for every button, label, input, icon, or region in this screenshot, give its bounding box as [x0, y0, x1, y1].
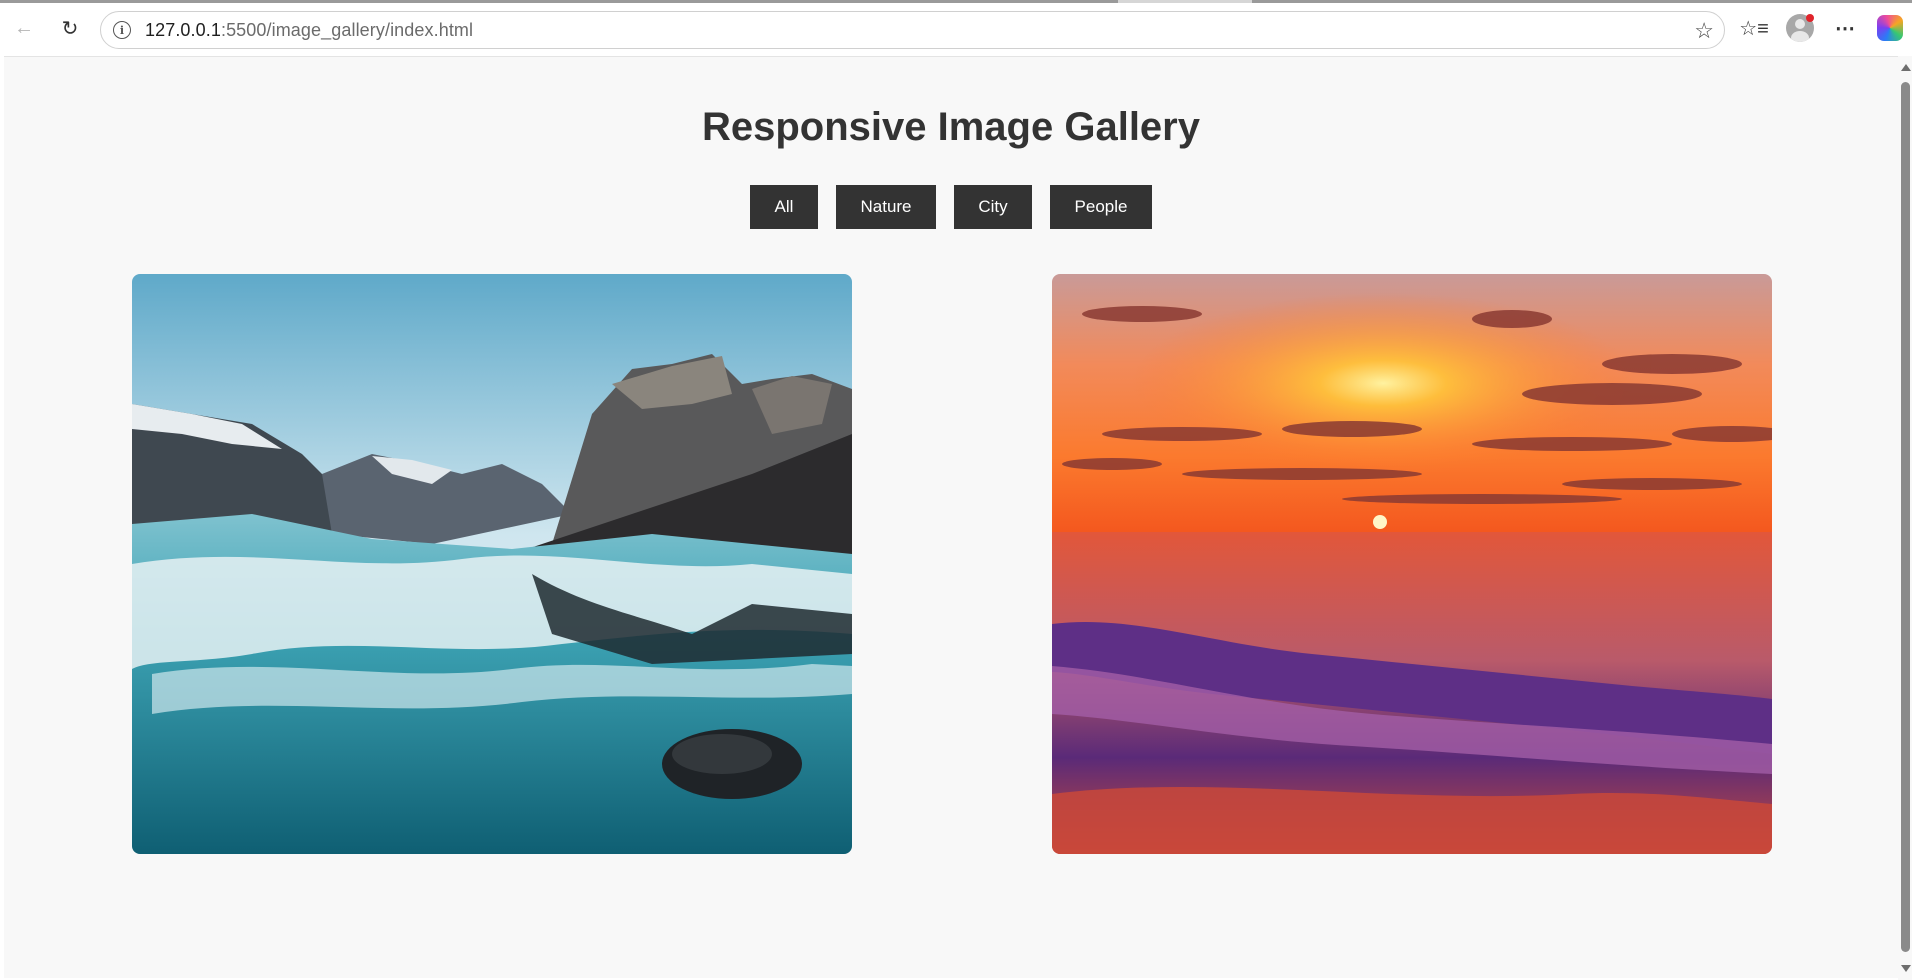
filter-city-button[interactable]: City	[954, 185, 1032, 229]
url-host: 127.0.0.1	[145, 19, 221, 40]
address-bar[interactable]: i 127.0.0.1:5500/image_gallery/index.htm…	[100, 11, 1725, 49]
ocean-sunset-image	[1052, 274, 1772, 854]
scroll-down-icon[interactable]	[1901, 965, 1911, 972]
browser-toolbar: ← ↻ i 127.0.0.1:5500/image_gallery/index…	[0, 0, 1912, 56]
page-viewport: Responsive Image Gallery All Nature City…	[4, 56, 1898, 978]
scroll-thumb[interactable]	[1901, 82, 1910, 952]
copilot-icon	[1877, 15, 1903, 41]
gallery-image-ocean-sunset[interactable]	[1052, 274, 1772, 854]
back-arrow-icon[interactable]: ←	[8, 12, 40, 44]
filter-all-button[interactable]: All	[750, 185, 818, 229]
filter-bar: All Nature City People	[4, 185, 1898, 229]
filter-nature-button[interactable]: Nature	[836, 185, 936, 229]
tab-strip	[0, 0, 1912, 3]
vertical-scrollbar[interactable]	[1898, 56, 1912, 980]
notification-dot	[1806, 14, 1814, 22]
copilot-button[interactable]	[1874, 12, 1906, 44]
profile-button[interactable]	[1784, 12, 1816, 44]
favorites-icon[interactable]: ☆≡	[1738, 12, 1770, 44]
tab-indicator[interactable]	[1252, 0, 1912, 3]
info-icon[interactable]: i	[113, 21, 131, 39]
url-path: :5500/image_gallery/index.html	[220, 19, 474, 40]
star-icon[interactable]: ☆	[1694, 18, 1714, 44]
tab-indicator[interactable]	[0, 0, 1118, 3]
page-title: Responsive Image Gallery	[701, 105, 1200, 149]
scroll-up-icon[interactable]	[1901, 64, 1911, 71]
reload-icon[interactable]: ↻	[54, 12, 86, 44]
gallery-image-mountain-river[interactable]	[132, 274, 852, 854]
url-text[interactable]: 127.0.0.1:5500/image_gallery/index.html	[145, 20, 473, 41]
mountain-river-image	[132, 274, 852, 854]
filter-people-button[interactable]: People	[1050, 185, 1152, 229]
more-icon[interactable]: ⋯	[1829, 12, 1861, 44]
